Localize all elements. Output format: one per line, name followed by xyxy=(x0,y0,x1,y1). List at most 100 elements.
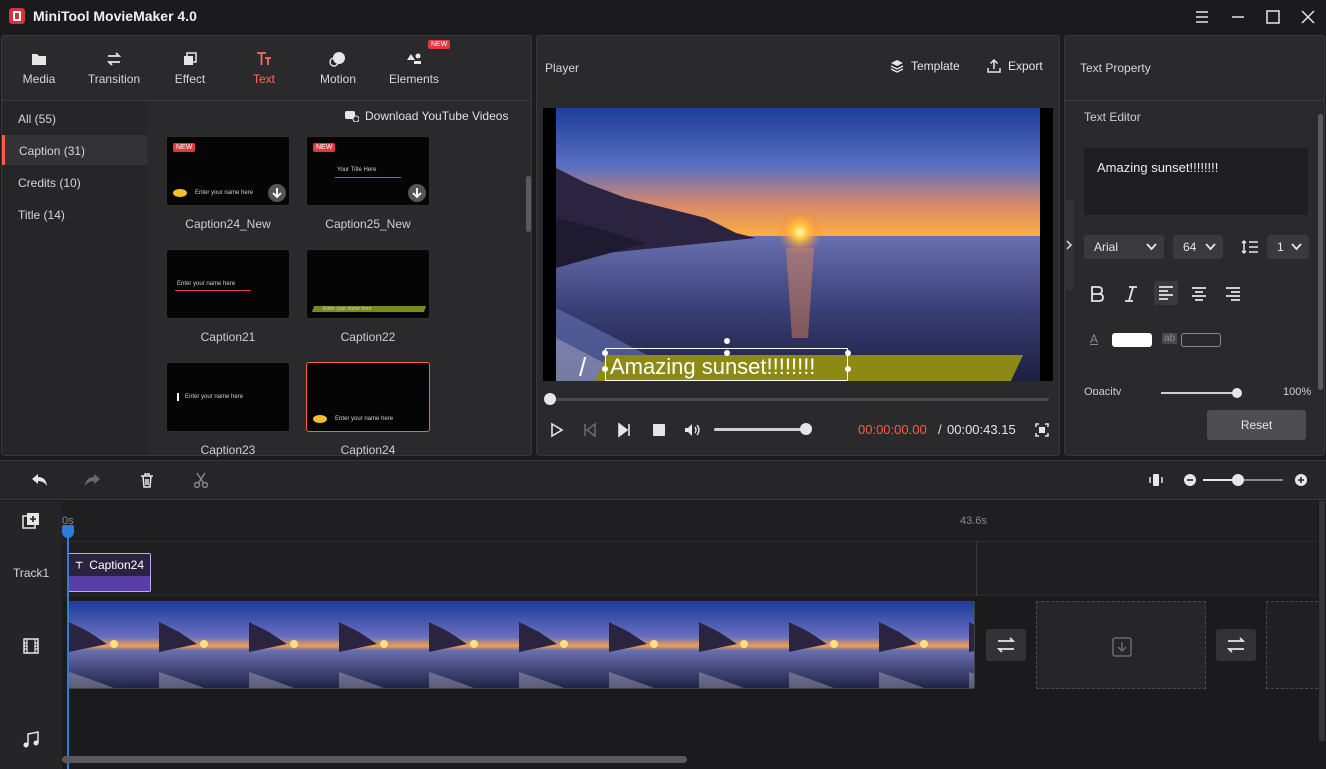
caption-thumbnail[interactable]: NEW Enter your name here xyxy=(166,136,290,206)
tab-text[interactable]: Text xyxy=(229,46,299,92)
background-color-icon: ab xyxy=(1162,333,1177,344)
resize-handle[interactable] xyxy=(602,350,608,356)
chevron-down-icon xyxy=(1146,242,1157,252)
volume-handle[interactable] xyxy=(800,423,812,435)
play-icon[interactable] xyxy=(547,421,565,439)
resize-handle[interactable] xyxy=(845,366,851,372)
maximize-icon[interactable] xyxy=(1262,6,1284,28)
caption-thumbnail[interactable]: NEW Your Title Here xyxy=(306,136,430,206)
stop-icon[interactable] xyxy=(650,421,668,439)
volume-slider[interactable] xyxy=(714,428,806,431)
video-frame-thumbnail xyxy=(249,602,339,689)
seek-handle[interactable] xyxy=(544,393,556,405)
delete-icon[interactable] xyxy=(138,471,156,489)
italic-icon[interactable] xyxy=(1121,284,1141,304)
thumbnail-label: Caption21 xyxy=(166,330,290,344)
undo-icon[interactable] xyxy=(30,471,48,489)
video-frame-thumbnail xyxy=(789,602,879,689)
rotate-handle[interactable] xyxy=(724,338,730,344)
timeline-horizontal-scrollbar[interactable] xyxy=(62,756,687,763)
template-button[interactable]: Template xyxy=(889,58,960,74)
split-scissors-icon[interactable] xyxy=(192,471,210,489)
playhead-line[interactable] xyxy=(67,527,69,769)
caption-thumbnail[interactable]: Enter your name here xyxy=(166,249,290,319)
zoom-out-icon[interactable] xyxy=(1181,471,1199,489)
zoom-in-icon[interactable] xyxy=(1292,471,1310,489)
tab-media[interactable]: Media xyxy=(4,46,74,92)
app-logo-icon xyxy=(9,8,25,24)
text-color-swatch[interactable] xyxy=(1112,333,1152,347)
download-icon[interactable] xyxy=(408,184,426,202)
download-youtube-button[interactable]: Download YouTube Videos xyxy=(345,109,508,123)
timeline-ruler[interactable] xyxy=(62,501,1317,541)
import-media-icon xyxy=(1037,602,1207,690)
next-frame-icon[interactable] xyxy=(615,421,633,439)
timeline-vertical-scrollbar[interactable] xyxy=(1319,501,1325,741)
caption-thumbnail[interactable]: Enter your name here xyxy=(306,249,430,319)
motion-circles-icon xyxy=(329,50,347,68)
playhead-handle[interactable] xyxy=(62,525,74,538)
volume-icon[interactable] xyxy=(683,421,701,439)
resize-handle[interactable] xyxy=(724,350,730,356)
zoom-handle[interactable] xyxy=(1232,474,1244,486)
caption-bar-marker xyxy=(177,393,179,401)
video-preview[interactable]: / Amazing sunset!!!!!!!! xyxy=(543,108,1053,381)
bold-icon[interactable] xyxy=(1087,284,1107,304)
tab-elements[interactable]: Elements xyxy=(379,46,449,92)
opacity-label: Opacity xyxy=(1084,386,1121,395)
font-dropdown[interactable]: Arial xyxy=(1084,235,1164,259)
previous-frame-icon[interactable] xyxy=(581,421,599,439)
category-title[interactable]: Title (14) xyxy=(2,199,147,229)
minimize-icon[interactable] xyxy=(1227,6,1249,28)
thumbnail-label: Caption22 xyxy=(306,330,430,344)
category-caption[interactable]: Caption (31) xyxy=(2,135,147,165)
menu-icon[interactable] xyxy=(1191,6,1213,28)
caption-thumbnail-selected[interactable]: Enter your name here xyxy=(306,362,430,432)
reset-button[interactable]: Reset xyxy=(1207,410,1306,440)
export-button[interactable]: Export xyxy=(986,58,1043,74)
caption-clip[interactable]: Caption24 xyxy=(68,553,151,592)
tab-motion[interactable]: Motion xyxy=(303,46,373,92)
align-center-icon[interactable] xyxy=(1189,284,1209,304)
resize-handle[interactable] xyxy=(602,366,608,372)
line-spacing-dropdown[interactable]: 1 xyxy=(1267,235,1309,259)
video-frame-thumbnail xyxy=(969,602,975,689)
track-headers xyxy=(0,501,62,769)
opacity-slider[interactable] xyxy=(1161,392,1241,394)
properties-scrollbar[interactable] xyxy=(1318,114,1323,390)
library-scrollbar[interactable] xyxy=(526,176,531,232)
category-credits[interactable]: Credits (10) xyxy=(2,167,147,197)
background-color-swatch[interactable] xyxy=(1181,333,1221,347)
empty-media-slot[interactable] xyxy=(1036,601,1206,689)
timeline-end-marker xyxy=(976,541,977,596)
text-editor-field[interactable]: Amazing sunset!!!!!!!! xyxy=(1084,148,1308,215)
transition-slot-button[interactable] xyxy=(986,629,1026,661)
empty-media-slot[interactable] xyxy=(1266,601,1318,689)
ruler-end-label: 43.6s xyxy=(960,515,987,527)
add-track-icon[interactable] xyxy=(21,511,41,531)
video-track-icon xyxy=(21,636,41,656)
transition-slot-button[interactable] xyxy=(1216,629,1256,661)
seek-bar[interactable] xyxy=(549,398,1049,401)
preview-text: Enter your name here xyxy=(195,190,253,196)
video-clip[interactable] xyxy=(68,601,975,689)
collapse-panel-tab[interactable] xyxy=(1064,200,1074,290)
elements-shapes-icon xyxy=(405,50,423,68)
align-right-icon[interactable] xyxy=(1223,284,1243,304)
opacity-handle[interactable] xyxy=(1232,388,1242,398)
category-all[interactable]: All (55) xyxy=(2,103,147,133)
text-icon xyxy=(255,50,273,68)
close-icon[interactable] xyxy=(1297,6,1319,28)
tab-effect[interactable]: Effect xyxy=(155,46,225,92)
redo-icon[interactable] xyxy=(84,471,102,489)
fullscreen-icon[interactable] xyxy=(1033,421,1051,439)
fit-timeline-icon[interactable] xyxy=(1147,471,1165,489)
caption-thumbnail[interactable]: Enter your name here xyxy=(166,362,290,432)
resize-handle[interactable] xyxy=(845,350,851,356)
download-icon[interactable] xyxy=(268,184,286,202)
caption-overlay-text[interactable]: Amazing sunset!!!!!!!! xyxy=(610,354,815,380)
panel-title: Text Property xyxy=(1080,61,1151,75)
align-left-icon[interactable] xyxy=(1154,281,1178,305)
tab-transition[interactable]: Transition xyxy=(79,46,149,92)
font-size-dropdown[interactable]: 64 xyxy=(1173,235,1223,259)
